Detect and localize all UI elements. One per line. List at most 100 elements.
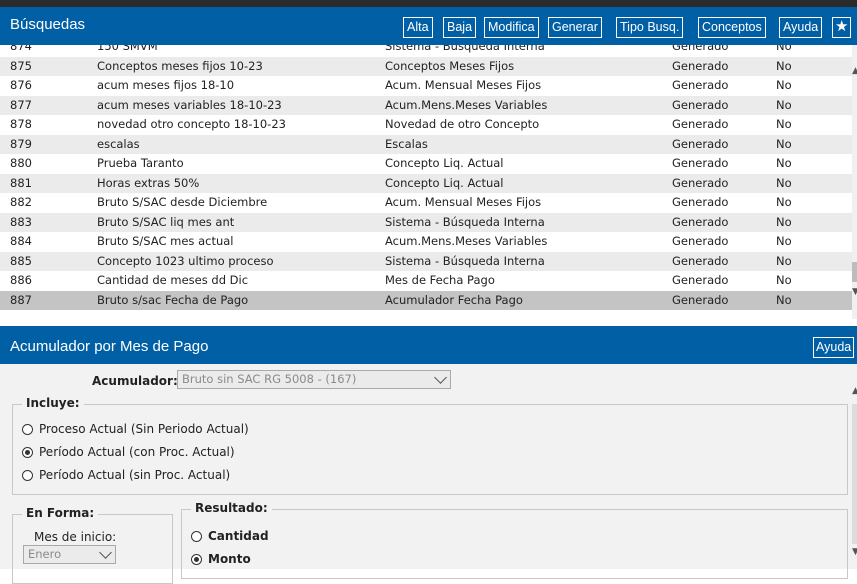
generar-button[interactable]: Generar bbox=[548, 17, 602, 38]
alta-button[interactable]: Alta bbox=[403, 17, 433, 38]
resultado-option-label: Cantidad bbox=[208, 529, 269, 543]
resultado-option-radio[interactable] bbox=[191, 531, 202, 542]
mes-inicio-label: Mes de inicio: bbox=[34, 530, 117, 544]
incluye-legend: Incluye: bbox=[22, 396, 84, 410]
row-flag-cell: No bbox=[776, 78, 792, 92]
panel-separator bbox=[0, 319, 857, 326]
acumulador-select-value: Bruto sin SAC RG 5008 - (167) bbox=[182, 372, 357, 386]
row-name-cell: Bruto S/SAC liq mes ant bbox=[97, 214, 235, 229]
form-scroll-up-arrow-icon[interactable]: ▲ bbox=[852, 386, 857, 396]
conceptos-button[interactable]: Conceptos bbox=[698, 17, 766, 38]
chevron-down-icon bbox=[434, 371, 447, 384]
row-name-cell: Cantidad de meses dd Dic bbox=[97, 273, 249, 287]
table-row[interactable]: 882 Bruto S/SAC desde Diciembre Acum. Mens… bbox=[0, 193, 852, 213]
row-name-cell: acum meses variables 18-10-23 bbox=[97, 97, 282, 112]
mes-inicio-select-value: Enero bbox=[28, 547, 62, 561]
scroll-up-arrow-icon[interactable]: ▲ bbox=[852, 66, 857, 76]
row-flag-cell: No bbox=[776, 117, 792, 131]
row-origin-cell: Generado bbox=[672, 234, 729, 248]
row-flag-cell: No bbox=[776, 175, 792, 190]
row-type-cell: Acum. Mensual Meses Fijos bbox=[385, 195, 542, 209]
row-id-cell: 887 bbox=[10, 292, 32, 307]
search-panel-header: Búsquedas Alta Baja Modifica Generar Tip… bbox=[0, 7, 857, 45]
row-origin-cell: Generado bbox=[672, 156, 729, 170]
row-id-cell: 879 bbox=[10, 136, 32, 151]
row-origin-cell: Generado bbox=[672, 78, 729, 92]
row-id-cell: 883 bbox=[10, 214, 32, 229]
modifica-button[interactable]: Modifica bbox=[484, 17, 539, 38]
row-origin-cell: Generado bbox=[672, 292, 729, 307]
row-origin-cell: Generado bbox=[672, 97, 729, 112]
en-forma-legend: En Forma: bbox=[22, 506, 99, 520]
acumulador-select[interactable]: Bruto sin SAC RG 5008 - (167) bbox=[177, 370, 451, 389]
mes-inicio-select[interactable]: Enero bbox=[23, 545, 116, 564]
row-type-cell: Sistema - Búsqueda Interna bbox=[385, 45, 545, 53]
row-type-cell: Sistema - Búsqueda Interna bbox=[385, 253, 545, 268]
incluye-option-radio[interactable] bbox=[22, 470, 33, 481]
table-row[interactable]: 887 Bruto s/sac Fecha de Pago Acumulador F… bbox=[0, 290, 852, 310]
row-origin-cell: Generado bbox=[672, 273, 729, 287]
row-id-cell: 875 bbox=[10, 58, 32, 73]
row-flag-cell: No bbox=[776, 292, 792, 307]
table-row[interactable]: 885 Concepto 1023 ultimo proceso Sistema -… bbox=[0, 251, 852, 271]
ayuda-button[interactable]: Ayuda bbox=[779, 17, 823, 38]
form-scroll-down-arrow-icon[interactable]: ▼ bbox=[852, 547, 857, 557]
detail-help-button[interactable]: Ayuda bbox=[813, 337, 855, 358]
scroll-down-arrow-icon[interactable]: ▼ bbox=[852, 287, 857, 297]
baja-button[interactable]: Baja bbox=[443, 17, 477, 38]
row-id-cell: 881 bbox=[10, 175, 32, 190]
row-id-cell: 886 bbox=[10, 273, 32, 287]
row-id-cell: 876 bbox=[10, 78, 32, 92]
resultado-option-label: Monto bbox=[208, 552, 251, 566]
table-scrollbar-thumb[interactable] bbox=[852, 262, 857, 282]
table-row[interactable]: 874 150 SMVM Sistema - Búsqueda Interna Gen… bbox=[0, 45, 852, 57]
row-type-cell: Concepto Liq. Actual bbox=[385, 156, 504, 170]
incluye-option-radio[interactable] bbox=[22, 424, 33, 435]
row-flag-cell: No bbox=[776, 156, 792, 170]
row-type-cell: Acum.Mens.Meses Variables bbox=[385, 97, 548, 112]
incluye-option-label: Período Actual (con Proc. Actual) bbox=[39, 445, 235, 459]
table-row[interactable]: 875 Conceptos meses fijos 10-23 Conceptos … bbox=[0, 56, 852, 76]
row-origin-cell: Generado bbox=[672, 175, 729, 190]
table-row[interactable]: 876 acum meses fijos 18-10 Acum. Mensual M… bbox=[0, 76, 852, 96]
table-row[interactable]: 886 Cantidad de meses dd Dic Mes de Fecha … bbox=[0, 271, 852, 291]
tipo-busq-button[interactable]: Tipo Busq. bbox=[616, 17, 684, 38]
row-flag-cell: No bbox=[776, 45, 792, 53]
form-scrollbar-thumb[interactable] bbox=[852, 404, 857, 544]
row-name-cell: Bruto s/sac Fecha de Pago bbox=[97, 292, 249, 307]
table-row[interactable]: 884 Bruto S/SAC mes actual Acum.Mens.Meses… bbox=[0, 232, 852, 252]
table-row[interactable]: 881 Horas extras 50% Concepto Liq. Actual G… bbox=[0, 173, 852, 193]
row-flag-cell: No bbox=[776, 136, 792, 151]
row-origin-cell: Generado bbox=[672, 136, 729, 151]
row-type-cell: Acum. Mensual Meses Fijos bbox=[385, 78, 542, 92]
window-top-border bbox=[0, 0, 857, 7]
row-id-cell: 878 bbox=[10, 117, 32, 131]
row-flag-cell: No bbox=[776, 195, 792, 209]
chevron-down-icon bbox=[99, 546, 112, 559]
table-row[interactable]: 878 novedad otro concepto 18-10-23 Novedad… bbox=[0, 115, 852, 135]
favorite-star-icon[interactable]: ★ bbox=[832, 17, 852, 38]
table-row[interactable]: 879 escalas Escalas Generado No bbox=[0, 134, 852, 154]
row-name-cell: 150 SMVM bbox=[97, 45, 158, 53]
row-name-cell: Prueba Taranto bbox=[97, 156, 184, 170]
row-type-cell: Concepto Liq. Actual bbox=[385, 175, 504, 190]
row-name-cell: Horas extras 50% bbox=[97, 175, 200, 190]
row-origin-cell: Generado bbox=[672, 214, 729, 229]
row-flag-cell: No bbox=[776, 97, 792, 112]
search-results-table: 874 150 SMVM Sistema - Búsqueda Interna Gen… bbox=[0, 45, 852, 319]
row-type-cell: Sistema - Búsqueda Interna bbox=[385, 214, 545, 229]
row-type-cell: Novedad de otro Concepto bbox=[385, 117, 540, 131]
table-row[interactable]: 877 acum meses variables 18-10-23 Acum.Men… bbox=[0, 95, 852, 115]
row-id-cell: 882 bbox=[10, 195, 32, 209]
row-name-cell: acum meses fijos 18-10 bbox=[97, 78, 235, 92]
detail-panel-title: Acumulador por Mes de Pago bbox=[10, 338, 209, 355]
resultado-option-radio[interactable] bbox=[191, 554, 202, 565]
row-name-cell: Bruto S/SAC mes actual bbox=[97, 234, 234, 248]
row-id-cell: 877 bbox=[10, 97, 32, 112]
incluye-option-radio[interactable] bbox=[22, 447, 33, 458]
table-row[interactable]: 883 Bruto S/SAC liq mes ant Sistema - Búsq… bbox=[0, 212, 852, 232]
detail-form: Acumulador: Bruto sin SAC RG 5008 - (167… bbox=[0, 364, 857, 584]
table-row[interactable]: 880 Prueba Taranto Concepto Liq. Actual Gen… bbox=[0, 154, 852, 174]
row-origin-cell: Generado bbox=[672, 58, 729, 73]
row-id-cell: 884 bbox=[10, 234, 32, 248]
